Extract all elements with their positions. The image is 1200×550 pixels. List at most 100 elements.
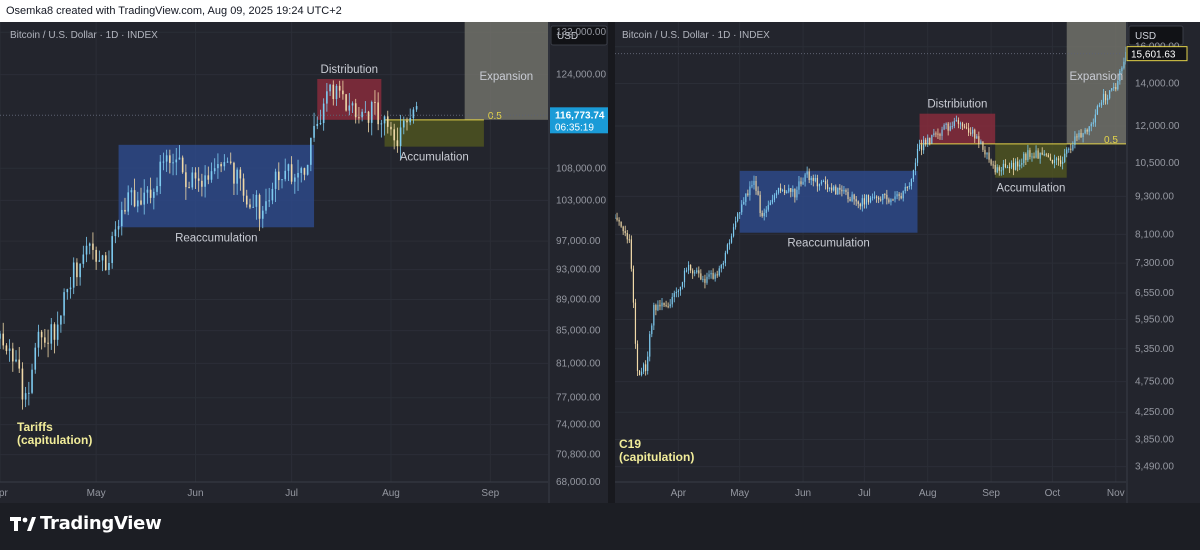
candle-body bbox=[790, 188, 792, 192]
candle-body bbox=[210, 171, 213, 180]
candle-body bbox=[181, 157, 184, 173]
candle-body bbox=[687, 264, 690, 271]
candle-body bbox=[651, 325, 653, 335]
candle-body bbox=[871, 196, 874, 198]
candle-body bbox=[1102, 93, 1105, 103]
candle-body bbox=[647, 356, 649, 371]
candle-body bbox=[896, 194, 898, 197]
candle-body bbox=[710, 273, 712, 275]
candle-body bbox=[937, 133, 939, 135]
candle-body bbox=[972, 129, 974, 134]
price-tick-label: 12,000.00 bbox=[1135, 121, 1180, 132]
candle-body bbox=[332, 84, 335, 100]
candle-body bbox=[820, 181, 823, 184]
candle-body bbox=[886, 194, 888, 200]
candle-body bbox=[322, 103, 325, 124]
plot-area bbox=[615, 22, 1126, 503]
candle-body bbox=[85, 245, 88, 255]
candle-body bbox=[220, 164, 222, 167]
candle-body bbox=[845, 189, 847, 192]
candle-body bbox=[1104, 93, 1107, 101]
candle-body bbox=[873, 196, 876, 198]
candle-body bbox=[994, 164, 996, 173]
candle-body bbox=[406, 120, 408, 123]
candle-body bbox=[853, 194, 855, 200]
candle-body bbox=[1082, 133, 1084, 138]
candle-body bbox=[677, 290, 679, 292]
price-tick-label: 108,000.00 bbox=[556, 163, 606, 174]
annotation-line: (capitulation) bbox=[619, 450, 694, 464]
candle-body bbox=[1008, 167, 1011, 169]
candle-body bbox=[364, 111, 367, 113]
candle-body bbox=[72, 262, 75, 288]
candle-body bbox=[831, 187, 833, 191]
candle-body bbox=[124, 209, 126, 212]
candle-body bbox=[829, 187, 831, 189]
candle-body bbox=[191, 172, 194, 188]
candle-body bbox=[361, 111, 363, 118]
candle-body bbox=[88, 243, 91, 246]
candle-body bbox=[741, 204, 743, 213]
candle-body bbox=[659, 304, 661, 307]
candle-body bbox=[386, 116, 389, 127]
price-tick-label: 14,000.00 bbox=[1135, 79, 1180, 90]
candle-body bbox=[996, 167, 998, 173]
candle-body bbox=[683, 270, 686, 283]
candle-body bbox=[632, 268, 634, 303]
candle-body bbox=[767, 205, 769, 210]
candle-body bbox=[779, 187, 782, 191]
candle-body bbox=[169, 155, 171, 163]
candle-body bbox=[951, 126, 953, 128]
candle-body bbox=[40, 331, 43, 338]
candle-body bbox=[185, 172, 187, 188]
candle-body bbox=[965, 127, 968, 129]
candle-body bbox=[810, 177, 812, 181]
candle-body bbox=[620, 221, 622, 227]
panel-separator bbox=[608, 22, 615, 503]
candle-body bbox=[808, 171, 810, 181]
candle-body bbox=[1029, 150, 1031, 157]
candle-body bbox=[204, 175, 206, 187]
candle-body bbox=[1006, 167, 1009, 169]
fib-label: 0.5 bbox=[1104, 135, 1118, 146]
date-tick-label: Aug bbox=[919, 488, 937, 499]
candle-body bbox=[857, 201, 859, 204]
candle-body bbox=[44, 337, 46, 343]
candle-body bbox=[800, 181, 802, 185]
candle-body bbox=[34, 347, 37, 370]
candle-body bbox=[835, 186, 837, 195]
candle-body bbox=[657, 304, 659, 311]
candle-body bbox=[704, 278, 706, 283]
zone-reaccumulation bbox=[118, 144, 315, 228]
candle-body bbox=[0, 333, 1, 339]
tradingview-logo-icon bbox=[10, 517, 36, 531]
candle-body bbox=[1123, 61, 1125, 68]
candle-body bbox=[1111, 88, 1113, 91]
candle-body bbox=[300, 168, 303, 173]
candle-body bbox=[117, 226, 120, 230]
candle-body bbox=[814, 177, 816, 181]
price-tick-label: 8,100.00 bbox=[1135, 229, 1174, 240]
candle-body bbox=[1045, 154, 1047, 156]
chart-panel-1: 0.5 Reaccumulation Distribution Accumulatio… bbox=[0, 22, 613, 503]
candle-body bbox=[867, 194, 870, 203]
candle-body bbox=[409, 118, 411, 123]
candle-body bbox=[345, 94, 347, 111]
candle-body bbox=[396, 140, 399, 147]
candle-body bbox=[698, 270, 700, 274]
candle-body bbox=[708, 274, 710, 277]
candle-body bbox=[765, 209, 767, 213]
candle-body bbox=[747, 193, 749, 196]
candle-body bbox=[1064, 153, 1066, 162]
candle-body bbox=[271, 188, 274, 201]
candle-body bbox=[643, 364, 645, 372]
candle-body bbox=[855, 199, 857, 202]
candle-body bbox=[941, 129, 943, 136]
candle-body bbox=[841, 189, 843, 192]
candle-body bbox=[1068, 148, 1070, 150]
candle-body bbox=[242, 178, 245, 196]
candle-body bbox=[628, 239, 630, 241]
candle-body bbox=[792, 189, 794, 192]
candle-body bbox=[798, 181, 800, 190]
candle-body bbox=[818, 183, 820, 187]
